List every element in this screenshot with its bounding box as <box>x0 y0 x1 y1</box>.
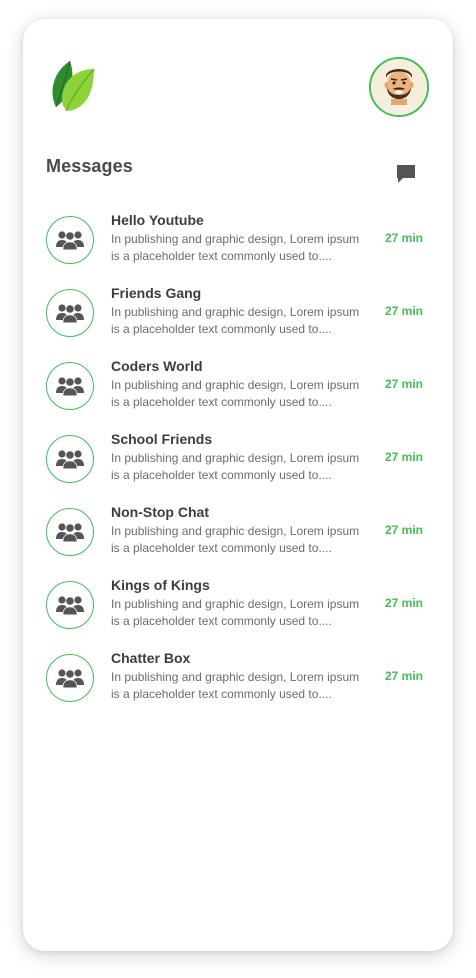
message-time: 27 min <box>384 450 423 464</box>
chat-name: Hello Youtube <box>111 212 204 228</box>
message-list-item[interactable]: Kings of Kings In publishing and graphic… <box>23 575 453 648</box>
group-avatar <box>46 289 94 337</box>
group-avatar <box>46 216 94 264</box>
group-avatar <box>46 654 94 702</box>
message-preview: In publishing and graphic design, Lorem … <box>111 378 360 409</box>
message-list-item[interactable]: Friends Gang In publishing and graphic d… <box>23 283 453 356</box>
group-users-icon <box>56 304 84 323</box>
user-avatar-icon <box>371 59 427 115</box>
group-avatar <box>46 435 94 483</box>
message-list-item[interactable]: Coders World In publishing and graphic d… <box>23 356 453 429</box>
message-preview: In publishing and graphic design, Lorem … <box>111 524 360 555</box>
group-users-icon <box>56 450 84 469</box>
message-list: Hello Youtube In publishing and graphic … <box>23 210 453 721</box>
chat-bubble-icon <box>397 165 415 183</box>
message-preview: In publishing and graphic design, Lorem … <box>111 451 360 482</box>
new-message-button[interactable] <box>395 163 417 185</box>
user-avatar[interactable] <box>369 57 429 117</box>
group-users-icon <box>56 669 84 688</box>
chat-name: Kings of Kings <box>111 577 210 593</box>
message-time: 27 min <box>384 377 423 391</box>
message-preview: In publishing and graphic design, Lorem … <box>111 670 360 701</box>
message-preview: In publishing and graphic design, Lorem … <box>111 305 360 336</box>
message-time: 27 min <box>384 523 423 537</box>
group-avatar <box>46 508 94 556</box>
group-users-icon <box>56 377 84 396</box>
chat-name: Coders World <box>111 358 203 374</box>
chat-name: School Friends <box>111 431 213 447</box>
group-avatar <box>46 581 94 629</box>
message-time: 27 min <box>384 231 423 245</box>
group-users-icon <box>56 596 84 615</box>
messages-card: Messages Hello Youtube In publishing and… <box>23 19 453 951</box>
group-avatar <box>46 362 94 410</box>
leaf-logo-icon <box>48 59 98 113</box>
message-time: 27 min <box>384 669 423 683</box>
group-users-icon <box>56 523 84 542</box>
message-list-item[interactable]: Chatter Box In publishing and graphic de… <box>23 648 453 721</box>
chat-name: Non-Stop Chat <box>111 504 209 520</box>
message-preview: In publishing and graphic design, Lorem … <box>111 232 360 263</box>
chat-name: Chatter Box <box>111 650 191 666</box>
group-users-icon <box>56 231 84 250</box>
message-list-item[interactable]: School Friends In publishing and graphic… <box>23 429 453 502</box>
message-list-item[interactable]: Non-Stop Chat In publishing and graphic … <box>23 502 453 575</box>
chat-name: Friends Gang <box>111 285 202 301</box>
message-time: 27 min <box>384 304 423 318</box>
message-list-item[interactable]: Hello Youtube In publishing and graphic … <box>23 210 453 283</box>
message-preview: In publishing and graphic design, Lorem … <box>111 597 360 628</box>
message-time: 27 min <box>384 596 423 610</box>
messages-title: Messages <box>46 156 133 176</box>
